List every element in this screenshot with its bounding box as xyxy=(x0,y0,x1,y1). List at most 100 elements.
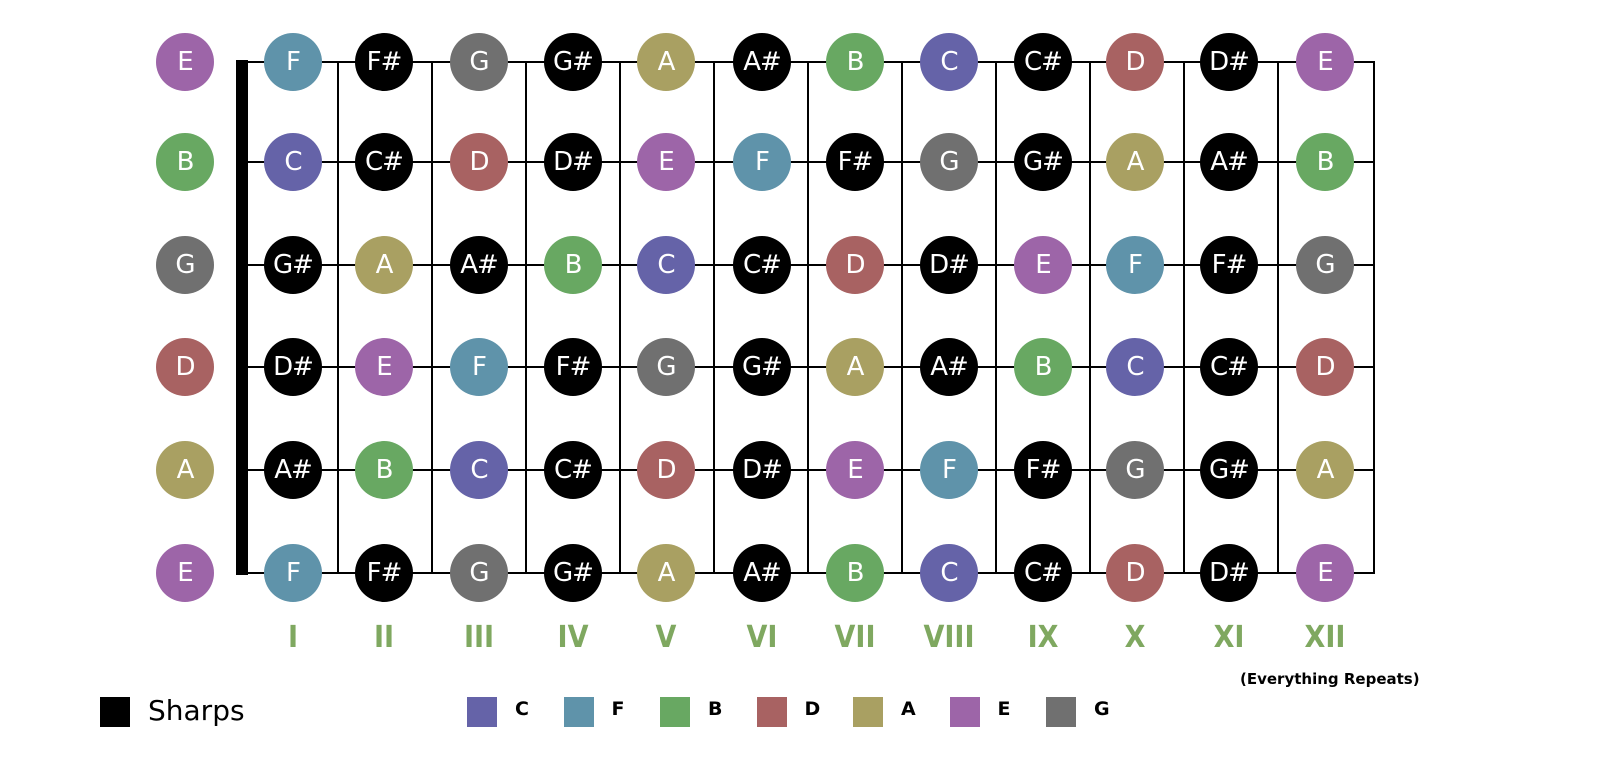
legend-label-C: C xyxy=(515,698,529,720)
fret-note: F# xyxy=(826,133,884,191)
fret-note: C# xyxy=(355,133,413,191)
fret-note: E xyxy=(1296,544,1354,602)
legend-label-A: A xyxy=(901,698,916,720)
fret-note: G# xyxy=(1200,441,1258,499)
fret-note: G xyxy=(450,544,508,602)
fret-note: C# xyxy=(544,441,602,499)
legend-swatch-F xyxy=(563,697,594,727)
legend-swatch-E xyxy=(949,697,980,727)
fret-note: F xyxy=(450,338,508,396)
fret-note: C# xyxy=(733,236,791,294)
fret-note: A# xyxy=(733,33,791,91)
fret-note: G xyxy=(637,338,695,396)
fret-note: F xyxy=(920,441,978,499)
fret-note: C xyxy=(637,236,695,294)
fret-note: A# xyxy=(1200,133,1258,191)
fret-note: F# xyxy=(355,544,413,602)
legend-label-B: B xyxy=(708,698,723,720)
fret-note: G xyxy=(450,33,508,91)
fret-note: F# xyxy=(544,338,602,396)
open-string-note: E xyxy=(156,33,214,91)
fret-note: D xyxy=(1106,33,1164,91)
fret-note: A xyxy=(637,544,695,602)
fret-number: II xyxy=(373,620,395,655)
fret-note: A# xyxy=(920,338,978,396)
fret-note: E xyxy=(826,441,884,499)
legend-sharps-label: Sharps xyxy=(148,694,245,727)
fret-note: F xyxy=(733,133,791,191)
fret-note: G xyxy=(920,133,978,191)
fret-note: F# xyxy=(355,33,413,91)
fret-number: VIII xyxy=(923,620,975,655)
fret-note: C# xyxy=(1014,33,1072,91)
fret-note: C xyxy=(1106,338,1164,396)
fret-note: A# xyxy=(450,236,508,294)
legend-label-D: D xyxy=(804,698,821,720)
fret-number: IX xyxy=(1027,620,1059,655)
open-string-note: D xyxy=(156,338,214,396)
legend-label-G: G xyxy=(1094,698,1110,720)
fret-number: XI xyxy=(1213,620,1245,655)
legend-swatch-B xyxy=(660,697,690,727)
fret-note: D# xyxy=(1200,544,1258,602)
legend-swatch-D xyxy=(756,697,787,727)
fret-note: C xyxy=(450,441,508,499)
legend-swatch-C xyxy=(467,697,497,727)
fret-note: F xyxy=(264,544,322,602)
fretboard-lines xyxy=(236,60,1375,575)
fret-note: A# xyxy=(264,441,322,499)
fret-note: G xyxy=(1296,236,1354,294)
fret-note: E xyxy=(355,338,413,396)
fret-note: D# xyxy=(733,441,791,499)
fret-note: G# xyxy=(264,236,322,294)
fret-note: D xyxy=(1296,338,1354,396)
open-string-note: B xyxy=(156,133,214,191)
fret-note: B xyxy=(355,441,413,499)
open-string-note: G xyxy=(156,236,214,294)
fret-note: G# xyxy=(1014,133,1072,191)
fret-note: A xyxy=(637,33,695,91)
fret-number: I xyxy=(287,620,299,655)
legend-swatch-A xyxy=(853,697,883,727)
legend-label-F: F xyxy=(611,698,625,720)
fret-note: C xyxy=(920,33,978,91)
fret-note: B xyxy=(1014,338,1072,396)
fret-note: C# xyxy=(1014,544,1072,602)
fret-note: A xyxy=(1106,133,1164,191)
fret-note: D# xyxy=(1200,33,1258,91)
open-string-note: E xyxy=(156,544,214,602)
fret-note: C xyxy=(264,133,322,191)
fret-note: A xyxy=(355,236,413,294)
fret-note: B xyxy=(544,236,602,294)
fret-number: IV xyxy=(557,620,589,655)
fret-note: F xyxy=(264,33,322,91)
legend-label-E: E xyxy=(997,698,1011,720)
legend-swatch-G xyxy=(1046,697,1076,727)
fret-note: D xyxy=(450,133,508,191)
fret-note: E xyxy=(1296,33,1354,91)
fret-note: G# xyxy=(544,33,602,91)
fret-note: D xyxy=(637,441,695,499)
fret-note: A xyxy=(1296,441,1354,499)
repeat-note: (Everything Repeats) xyxy=(1240,670,1420,688)
fret-note: A# xyxy=(733,544,791,602)
fret-note: C xyxy=(920,544,978,602)
fretboard-diagram: E B G D A E F F# G G# A A# B C C# D D# E C C# D D# E F F# G G# A A# B… xyxy=(0,0,1600,768)
fret-note: D xyxy=(1106,544,1164,602)
open-string-note: A xyxy=(156,441,214,499)
fret-note: E xyxy=(1014,236,1072,294)
fret-note: F# xyxy=(1014,441,1072,499)
fret-note: D# xyxy=(544,133,602,191)
fret-note: F xyxy=(1106,236,1164,294)
fret-number: X xyxy=(1124,620,1146,655)
fret-note: G# xyxy=(544,544,602,602)
fret-note: B xyxy=(826,33,884,91)
fret-note: B xyxy=(826,544,884,602)
fret-number: III xyxy=(463,620,495,655)
fret-number: V xyxy=(655,620,677,655)
fret-note: D xyxy=(826,236,884,294)
fret-note: B xyxy=(1296,133,1354,191)
fret-note: D# xyxy=(264,338,322,396)
fret-note: C# xyxy=(1200,338,1258,396)
fret-note: E xyxy=(637,133,695,191)
